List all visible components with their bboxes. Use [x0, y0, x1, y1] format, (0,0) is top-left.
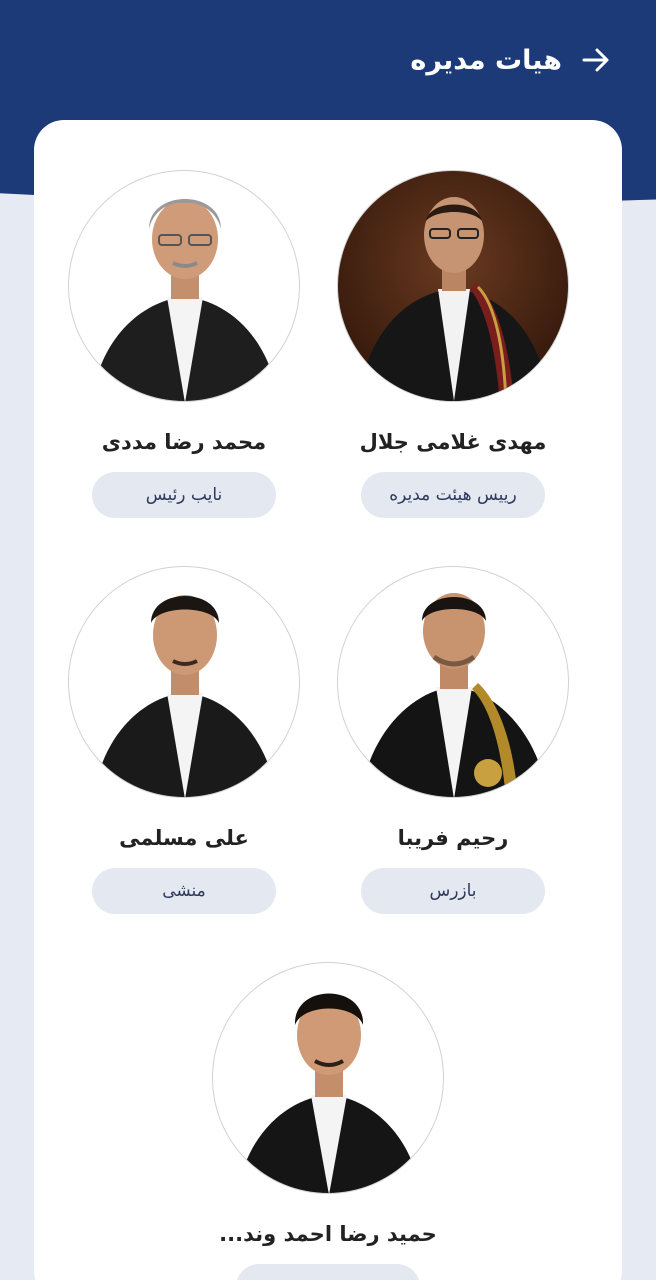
member-name: رحیم فریبا — [397, 826, 509, 850]
member-card[interactable]: مهدی غلامی جلال رییس هیئت مدیره — [323, 170, 583, 518]
page-title: هیات مدیره — [410, 44, 562, 76]
member-name: حمید رضا احمد وند... — [219, 1222, 437, 1246]
member-card[interactable]: محمد رضا مددی نایب رئیس — [54, 170, 314, 518]
board-members-card: مهدی غلامی جلال رییس هیئت مدیره محمد رضا… — [34, 120, 622, 1280]
member-role-badge: رییس هیئت مدیره — [361, 472, 545, 518]
member-card[interactable]: رحیم فریبا بازرس — [323, 566, 583, 914]
member-name: علی مسلمی — [119, 826, 249, 850]
member-photo — [337, 170, 569, 402]
member-photo — [68, 170, 300, 402]
member-photo — [68, 566, 300, 798]
member-role-badge: نایب رئیس — [92, 472, 276, 518]
member-role-badge — [236, 1264, 420, 1280]
member-photo — [212, 962, 444, 1194]
app-header: هیات مدیره — [0, 28, 656, 92]
member-name: مهدی غلامی جلال — [359, 430, 547, 454]
screen: هیات مدیره مهدی غلامی جلال رییس هیئت مدی… — [0, 0, 656, 1280]
back-button[interactable] — [572, 36, 620, 84]
member-name: محمد رضا مددی — [101, 430, 267, 454]
member-card[interactable]: حمید رضا احمد وند... — [198, 962, 458, 1280]
member-role-badge: منشی — [92, 868, 276, 914]
member-role-badge: بازرس — [361, 868, 545, 914]
member-photo — [337, 566, 569, 798]
arrow-right-icon — [582, 48, 609, 72]
member-card[interactable]: علی مسلمی منشی — [54, 566, 314, 914]
